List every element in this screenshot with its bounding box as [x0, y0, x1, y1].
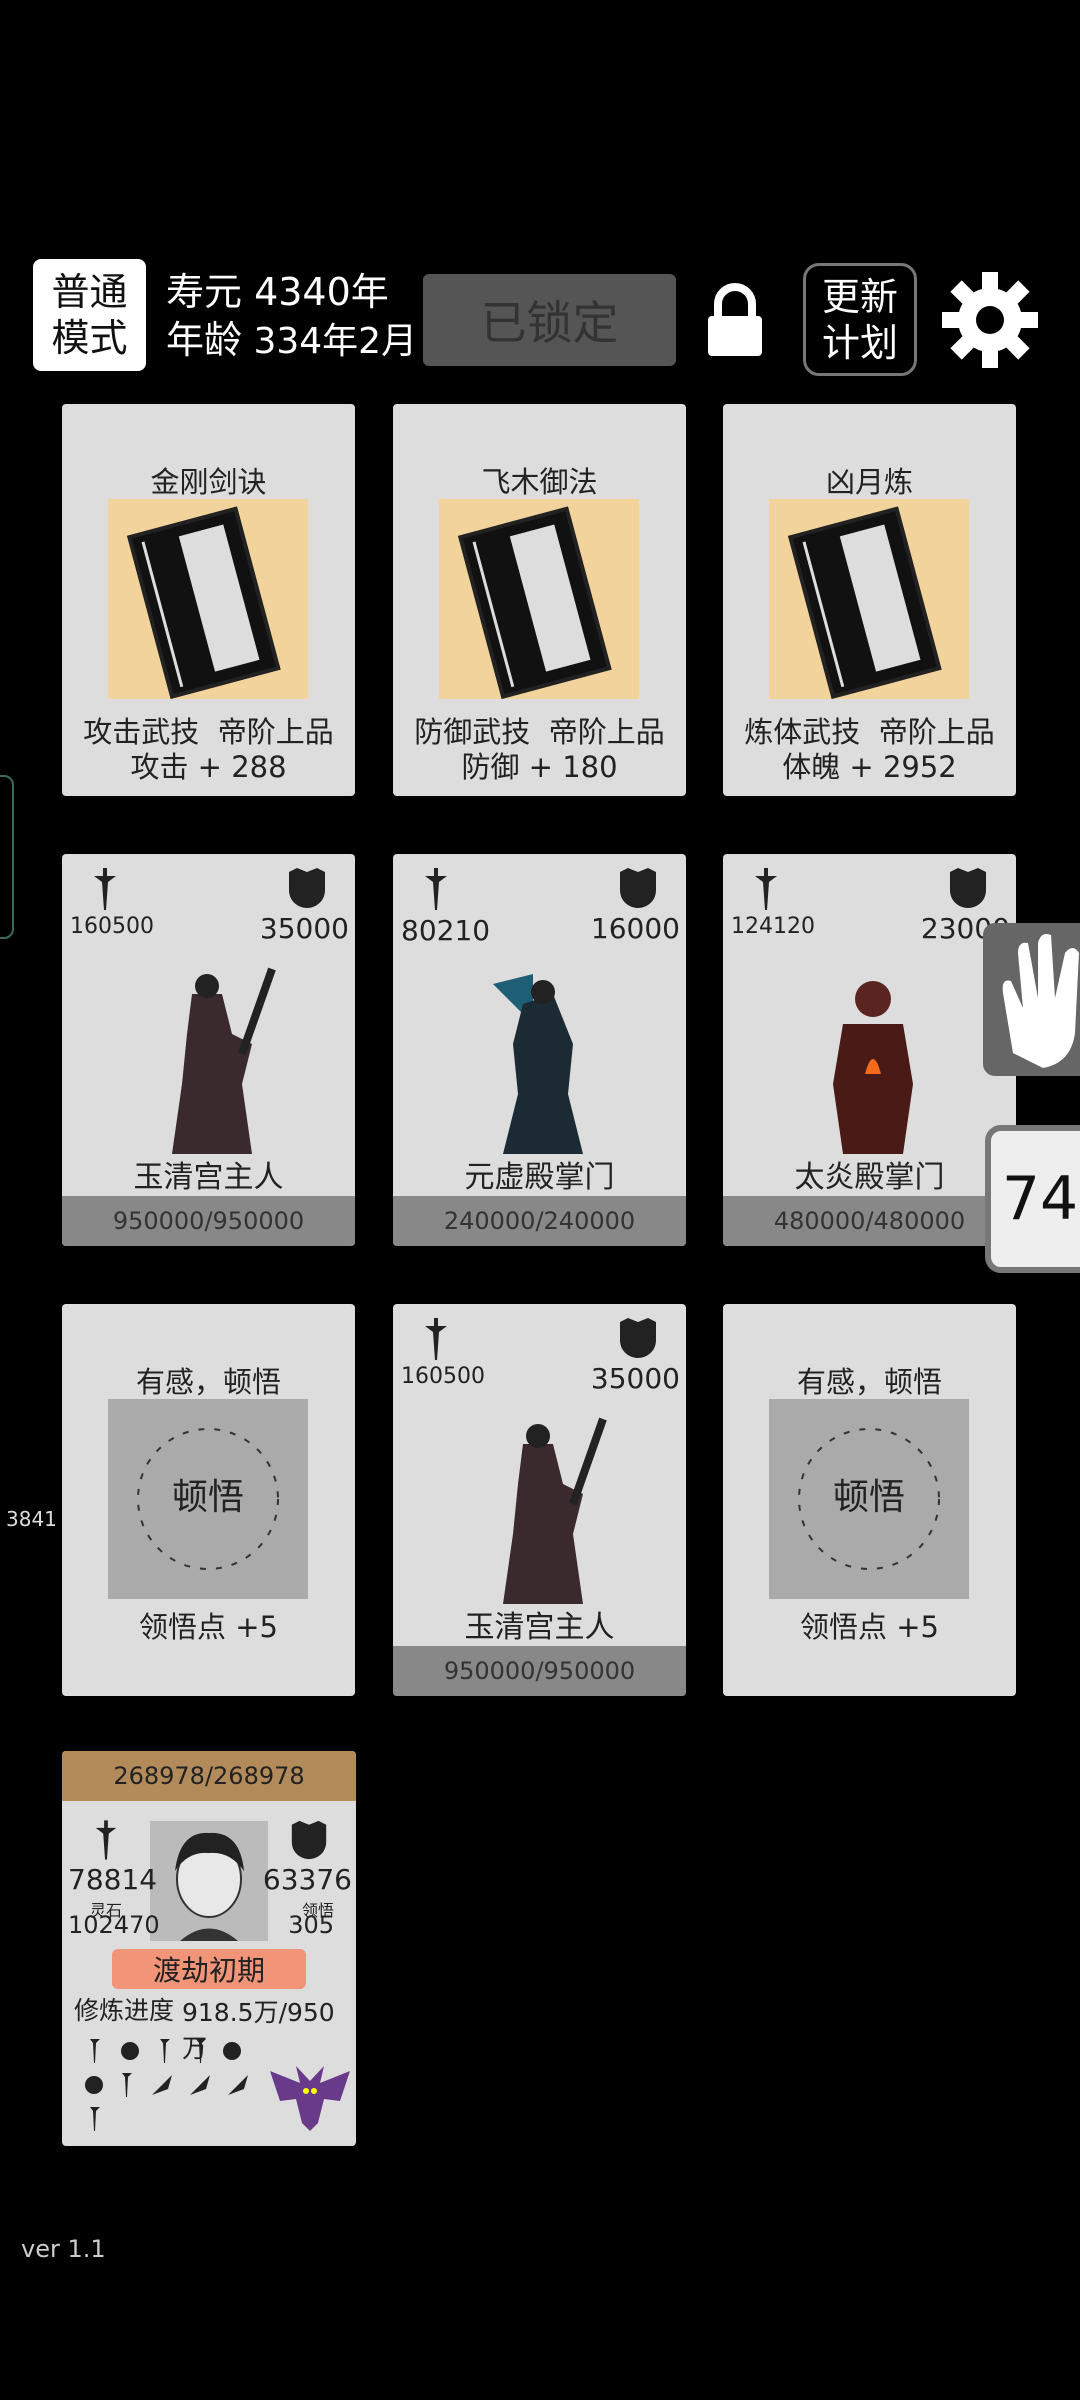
progress-label: 修炼进度 [74, 1996, 175, 2025]
mode-label-line2: 模式 [51, 316, 128, 360]
lifespan-info: 寿元 4340年 年龄 334年2月 [166, 268, 417, 366]
enemy-portrait [172, 967, 276, 1154]
sword-icon [425, 868, 447, 910]
enemy-card[interactable]: 160500 35000 玉清宫主人 950000/950000 [62, 854, 355, 1246]
skill-bonus: 防御 + 180 [461, 750, 618, 784]
skill-name: 凶月炼 [825, 465, 913, 499]
shield-icon [620, 868, 656, 908]
sword-icon [94, 868, 116, 910]
calligraphy-image: 顿悟 [108, 1399, 308, 1599]
player-hp-bar: 268978/268978 [62, 1751, 356, 1801]
hand-icon [1002, 934, 1079, 1068]
player-defense: 63376 [262, 1863, 352, 1896]
update-plan-button[interactable]: 更新 计划 [803, 263, 917, 376]
enemy-card[interactable]: 124120 23000 太炎殿掌门 480000/480000 [723, 854, 1016, 1246]
enemy-attack: 160500 [401, 1364, 485, 1389]
shield-icon [620, 1318, 656, 1358]
enemy-hp-bar: 240000/240000 [393, 1196, 686, 1246]
avatar [150, 1821, 268, 1941]
skill-bonus: 攻击 + 288 [130, 750, 287, 784]
enemy-hp-bar: 480000/480000 [723, 1196, 1016, 1246]
sword-icon [425, 1318, 447, 1360]
skill-bonus: 体魄 + 2952 [782, 750, 957, 784]
shield-icon [289, 868, 325, 908]
insight-reward: 领悟点 +5 [139, 1610, 278, 1644]
enemy-card[interactable]: 80210 16000 元虚殿掌门 240000/240000 [393, 854, 686, 1246]
mode-button[interactable]: 普通 模式 [33, 259, 146, 371]
insight-reward: 领悟点 +5 [800, 1610, 939, 1644]
skill-card[interactable]: 金刚剑诀 攻击武技 帝阶上品 攻击 + 288 [62, 404, 355, 796]
shield-icon [950, 868, 986, 908]
enemy-defense: 35000 [590, 1362, 680, 1395]
sword-icon [95, 1820, 117, 1860]
gear-icon[interactable] [940, 270, 1040, 370]
insight-title: 有感，顿悟 [135, 1365, 281, 1399]
enemy-name: 玉清宫主人 [133, 1160, 284, 1195]
enemy-attack: 160500 [70, 914, 154, 939]
player-card[interactable]: 268978/268978 78814 63376 灵石 领悟 102470 3… [62, 1751, 356, 2146]
insight-card[interactable]: 有感，顿悟 顿悟 领悟点 +5 [723, 1304, 1016, 1696]
enemy-card[interactable]: 160500 35000 玉清宫主人 950000/950000 [393, 1304, 686, 1696]
calligraphy-image: 顿悟 [769, 1399, 969, 1599]
svg-text:顿悟: 顿悟 [172, 1477, 244, 1518]
timer-value: 74 [1001, 1164, 1079, 1234]
book-icon [108, 499, 308, 700]
insight-point-count: 305 [288, 1911, 334, 1939]
enemy-portrait [833, 981, 913, 1154]
side-drawer-handle[interactable] [0, 775, 14, 939]
locked-button[interactable]: 已锁定 [423, 274, 676, 366]
book-icon [769, 499, 969, 700]
player-attack: 78814 [68, 1863, 158, 1896]
skill-name: 金刚剑诀 [150, 465, 267, 499]
enemy-name: 元虚殿掌门 [464, 1160, 615, 1195]
age-text: 年龄 334年2月 [166, 318, 418, 362]
enemy-portrait [493, 974, 583, 1154]
equipped-skill-icons [85, 2039, 248, 2131]
mode-label-line1: 普通 [51, 270, 128, 314]
version-label: ver 1.1 [21, 2235, 106, 2263]
lifespan-text: 寿元 4340年 [166, 270, 389, 314]
sword-icon [755, 868, 777, 910]
insight-card[interactable]: 有感，顿悟 顿悟 领悟点 +5 [62, 1304, 355, 1696]
spirit-stone-count: 102470 [68, 1911, 160, 1939]
enemy-attack: 124120 [731, 914, 815, 939]
skill-card[interactable]: 凶月炼 炼体武技 帝阶上品 体魄 + 2952 [723, 404, 1016, 796]
update-label-line2: 计划 [821, 320, 898, 365]
insight-title: 有感，顿悟 [796, 1365, 942, 1399]
skill-name: 飞木御法 [481, 465, 598, 499]
enemy-hp-bar: 950000/950000 [62, 1196, 355, 1246]
hand-button[interactable] [983, 923, 1080, 1076]
realm-badge: 渡劫初期 [112, 1949, 306, 1989]
locked-label: 已锁定 [480, 296, 619, 350]
svg-text:顿悟: 顿悟 [833, 1477, 905, 1518]
skill-card[interactable]: 飞木御法 防御武技 帝阶上品 防御 + 180 [393, 404, 686, 796]
enemy-attack: 80210 [401, 914, 491, 947]
book-icon [439, 499, 639, 700]
side-counter: 3841 [6, 1507, 57, 1531]
lock-icon[interactable] [700, 280, 770, 360]
enemy-name: 太炎殿掌门 [794, 1160, 945, 1195]
enemy-defense: 16000 [590, 912, 680, 945]
countdown-timer[interactable]: 74 [985, 1125, 1080, 1273]
enemy-hp-bar: 950000/950000 [393, 1646, 686, 1696]
shield-icon [291, 1820, 327, 1860]
enemy-portrait [503, 1417, 607, 1604]
update-label-line1: 更新 [821, 274, 898, 319]
enemy-name: 玉清宫主人 [464, 1610, 615, 1645]
bat-pet-icon [270, 2066, 350, 2131]
enemy-defense: 35000 [259, 912, 349, 945]
